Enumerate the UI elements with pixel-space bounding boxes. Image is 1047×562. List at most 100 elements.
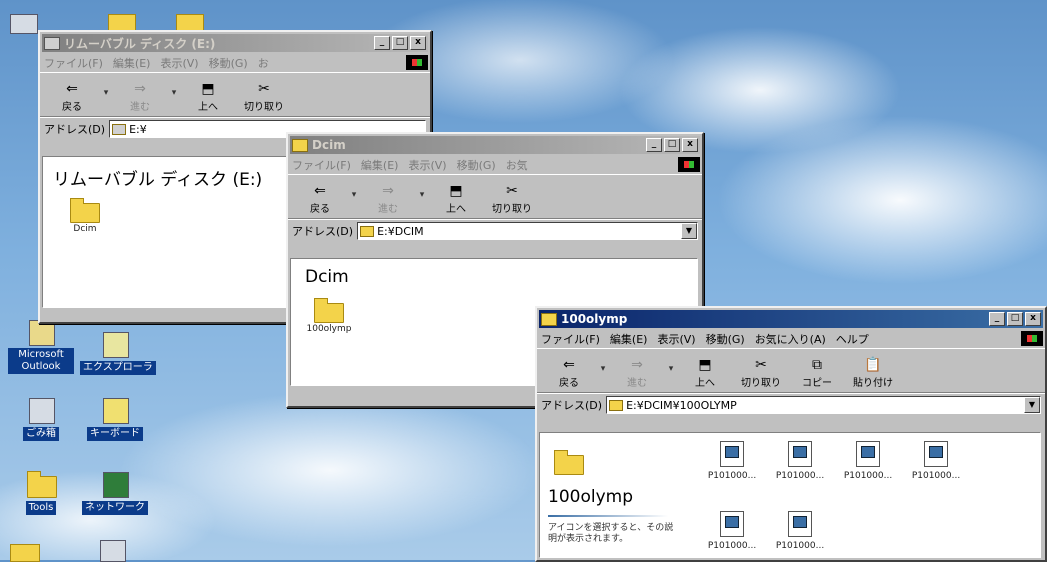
image-file-icon xyxy=(720,441,744,467)
menu-go[interactable]: 移動(G) xyxy=(209,55,248,71)
forward-button[interactable]: ⇒ 進む xyxy=(611,356,663,389)
desktop-icon-partial[interactable] xyxy=(10,14,38,34)
folder-item[interactable]: 100olymp xyxy=(301,298,357,334)
menu-bar: ファイル(F) 編集(E) 表示(V) 移動(G) お xyxy=(40,54,430,72)
keyboard-icon xyxy=(99,396,131,424)
file-item[interactable]: P101000... xyxy=(836,441,900,481)
content-pane[interactable]: 100olymp アイコンを選択すると、その説明が表示されます。 P101000… xyxy=(539,432,1041,558)
minimize-button[interactable]: _ xyxy=(989,312,1005,326)
menu-view[interactable]: 表示(V) xyxy=(408,157,446,173)
desktop-icon-network[interactable]: ネットワーク xyxy=(80,470,150,515)
up-button[interactable]: ⬒ 上へ xyxy=(679,356,731,389)
back-button[interactable]: ⇐ 戻る xyxy=(294,182,346,215)
file-item[interactable]: P101000... xyxy=(768,441,832,481)
forward-button[interactable]: ⇒ 進む xyxy=(362,182,414,215)
explorer-icon xyxy=(99,330,131,358)
toolbar: ⇐ 戻る ▾ ⇒ 進む ▾ ⬒ 上へ ✂ 切り取り ⧉ コピー 📋 貼り付け xyxy=(537,348,1045,393)
desktop-icon-keyboard[interactable]: キーボード xyxy=(80,396,150,441)
desktop-icon-partial[interactable] xyxy=(10,544,40,562)
window-title: 100olymp xyxy=(561,312,628,326)
back-arrow-icon: ⇐ xyxy=(563,357,575,373)
window-titlebar[interactable]: 100olymp _ □ x xyxy=(539,310,1043,328)
menu-go[interactable]: 移動(G) xyxy=(706,331,745,347)
window-100olymp[interactable]: 100olymp _ □ x ファイル(F) 編集(E) 表示(V) 移動(G)… xyxy=(535,306,1047,562)
minimize-button[interactable]: _ xyxy=(374,36,390,50)
menu-view[interactable]: 表示(V) xyxy=(657,331,695,347)
menu-edit[interactable]: 編集(E) xyxy=(610,331,648,347)
cut-button[interactable]: ✂ 切り取り xyxy=(486,182,538,215)
file-name: P101000... xyxy=(911,471,961,481)
maximize-button[interactable]: □ xyxy=(1007,312,1023,326)
image-file-icon xyxy=(856,441,880,467)
file-item[interactable]: P101000... xyxy=(904,441,968,481)
dropdown-arrow-icon[interactable]: ▾ xyxy=(170,88,178,98)
menu-help[interactable]: ヘルプ xyxy=(836,331,869,347)
chevron-down-icon[interactable]: ▼ xyxy=(681,223,697,239)
folder-icon xyxy=(541,312,557,326)
menu-file[interactable]: ファイル(F) xyxy=(541,331,600,347)
cut-button[interactable]: ✂ 切り取り xyxy=(238,80,290,113)
back-arrow-icon: ⇐ xyxy=(66,81,78,97)
scissors-icon: ✂ xyxy=(258,81,270,97)
menu-view[interactable]: 表示(V) xyxy=(160,55,198,71)
up-button[interactable]: ⬒ 上へ xyxy=(182,80,234,113)
up-button[interactable]: ⬒ 上へ xyxy=(430,182,482,215)
dropdown-arrow-icon[interactable]: ▾ xyxy=(667,364,675,374)
desktop-icon-explorer[interactable]: エクスプローラ xyxy=(80,330,156,375)
toolbar: ⇐ 戻る ▾ ⇒ 進む ▾ ⬒ 上へ ✂ 切り取り xyxy=(40,72,430,117)
close-button[interactable]: x xyxy=(1025,312,1041,326)
windows-logo-icon xyxy=(1021,331,1043,346)
desktop-icon-outlook[interactable]: Microsoft Outlook xyxy=(6,318,76,374)
dropdown-arrow-icon[interactable]: ▾ xyxy=(418,190,426,200)
menu-bar: ファイル(F) 編集(E) 表示(V) 移動(G) お気に入り(A) ヘルプ xyxy=(537,330,1045,348)
dropdown-arrow-icon[interactable]: ▾ xyxy=(350,190,358,200)
folder-header: リムーバブル ディスク (E:) xyxy=(53,170,263,190)
menu-favorites[interactable]: お気に入り(A) xyxy=(755,331,826,347)
cut-button[interactable]: ✂ 切り取り xyxy=(735,356,787,389)
menu-favorites[interactable]: お xyxy=(258,55,269,71)
divider xyxy=(548,515,668,517)
file-item[interactable]: P101000... xyxy=(768,511,832,551)
menu-file[interactable]: ファイル(F) xyxy=(44,55,103,71)
desktop-icon-partial[interactable] xyxy=(100,540,126,562)
maximize-button[interactable]: □ xyxy=(664,138,680,152)
back-button[interactable]: ⇐ 戻る xyxy=(543,356,595,389)
file-name: P101000... xyxy=(707,471,757,481)
menu-file[interactable]: ファイル(F) xyxy=(292,157,351,173)
menu-edit[interactable]: 編集(E) xyxy=(361,157,399,173)
address-label: アドレス(D) xyxy=(44,123,106,136)
menu-go[interactable]: 移動(G) xyxy=(457,157,496,173)
chevron-down-icon[interactable]: ▼ xyxy=(1024,397,1040,413)
paste-button[interactable]: 📋 貼り付け xyxy=(847,356,899,389)
back-button[interactable]: ⇐ 戻る xyxy=(46,80,98,113)
up-folder-icon: ⬒ xyxy=(698,357,712,373)
forward-arrow-icon: ⇒ xyxy=(631,357,643,373)
close-button[interactable]: x xyxy=(682,138,698,152)
minimize-button[interactable]: _ xyxy=(646,138,662,152)
menu-favorites[interactable]: お気 xyxy=(506,157,528,173)
close-button[interactable]: x xyxy=(410,36,426,50)
desktop-icon-recycle-bin[interactable]: ごみ箱 xyxy=(6,396,76,441)
forward-button[interactable]: ⇒ 進む xyxy=(114,80,166,113)
forward-arrow-icon: ⇒ xyxy=(382,183,394,199)
dropdown-arrow-icon[interactable]: ▾ xyxy=(102,88,110,98)
copy-button[interactable]: ⧉ コピー xyxy=(791,356,843,389)
image-file-icon xyxy=(788,441,812,467)
window-title: Dcim xyxy=(312,138,346,152)
file-name: P101000... xyxy=(775,471,825,481)
dropdown-arrow-icon[interactable]: ▾ xyxy=(599,364,607,374)
window-titlebar[interactable]: Dcim _ □ x xyxy=(290,136,700,154)
windows-logo-icon xyxy=(406,55,428,70)
file-item[interactable]: P101000... xyxy=(700,441,764,481)
up-folder-icon: ⬒ xyxy=(201,81,215,97)
file-item[interactable]: P101000... xyxy=(700,511,764,551)
desktop-icon-label: ごみ箱 xyxy=(23,427,59,441)
menu-edit[interactable]: 編集(E) xyxy=(113,55,151,71)
address-input[interactable]: E:¥DCIM ▼ xyxy=(357,222,698,240)
desktop-icon-tools[interactable]: Tools xyxy=(6,470,76,515)
address-input[interactable]: E:¥DCIM¥100OLYMP ▼ xyxy=(606,396,1041,414)
window-titlebar[interactable]: リムーバブル ディスク (E:) _ □ x xyxy=(42,34,428,52)
folder-item[interactable]: Dcim xyxy=(57,198,113,234)
maximize-button[interactable]: □ xyxy=(392,36,408,50)
folder-header: Dcim xyxy=(305,267,349,287)
